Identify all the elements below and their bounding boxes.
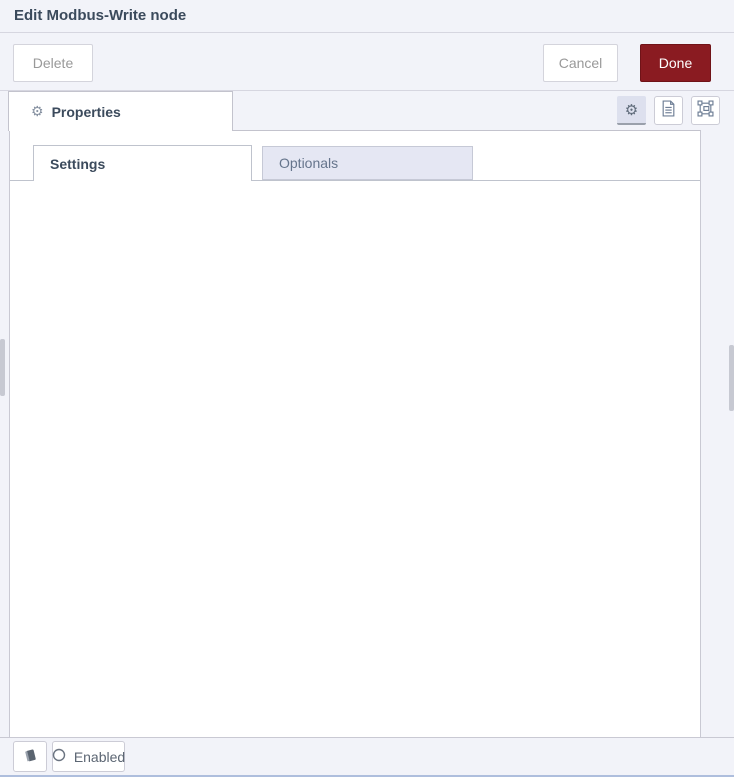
left-scrollbar-thumb[interactable] <box>0 339 5 396</box>
dialog-title-bar: Edit Modbus-Write node <box>0 0 734 33</box>
tab-settings-label: Settings <box>50 156 105 172</box>
tab-optionals[interactable]: Optionals <box>262 146 473 180</box>
edit-node-dialog: Edit Modbus-Write node Delete Cancel Don… <box>0 0 734 777</box>
cancel-button[interactable]: Cancel <box>543 44 618 82</box>
gear-icon: ⚙ <box>625 101 638 119</box>
tab-settings[interactable]: Settings <box>33 145 252 181</box>
dialog-title: Edit Modbus-Write node <box>14 7 186 24</box>
tab-properties-label: Properties <box>52 104 121 120</box>
node-enabled-toggle[interactable]: Enabled <box>52 741 125 772</box>
book-icon <box>23 748 38 766</box>
properties-icon-button[interactable]: ⚙ <box>617 96 646 125</box>
gear-icon: ⚙ <box>31 103 44 120</box>
appearance-frame-icon <box>697 100 714 122</box>
document-icon <box>661 100 676 122</box>
appearance-icon-button[interactable] <box>691 96 720 125</box>
properties-panel <box>9 130 701 737</box>
node-help-button[interactable] <box>13 741 47 772</box>
done-button[interactable]: Done <box>640 44 711 82</box>
delete-button[interactable]: Delete <box>13 44 93 82</box>
dialog-footer: Enabled <box>0 737 734 775</box>
enabled-label: Enabled <box>74 749 125 765</box>
right-scrollbar-thumb[interactable] <box>729 345 734 411</box>
tab-optionals-label: Optionals <box>279 155 338 171</box>
status-circle-icon <box>52 748 66 765</box>
description-icon-button[interactable] <box>654 96 683 125</box>
tab-properties[interactable]: ⚙ Properties <box>8 91 233 131</box>
